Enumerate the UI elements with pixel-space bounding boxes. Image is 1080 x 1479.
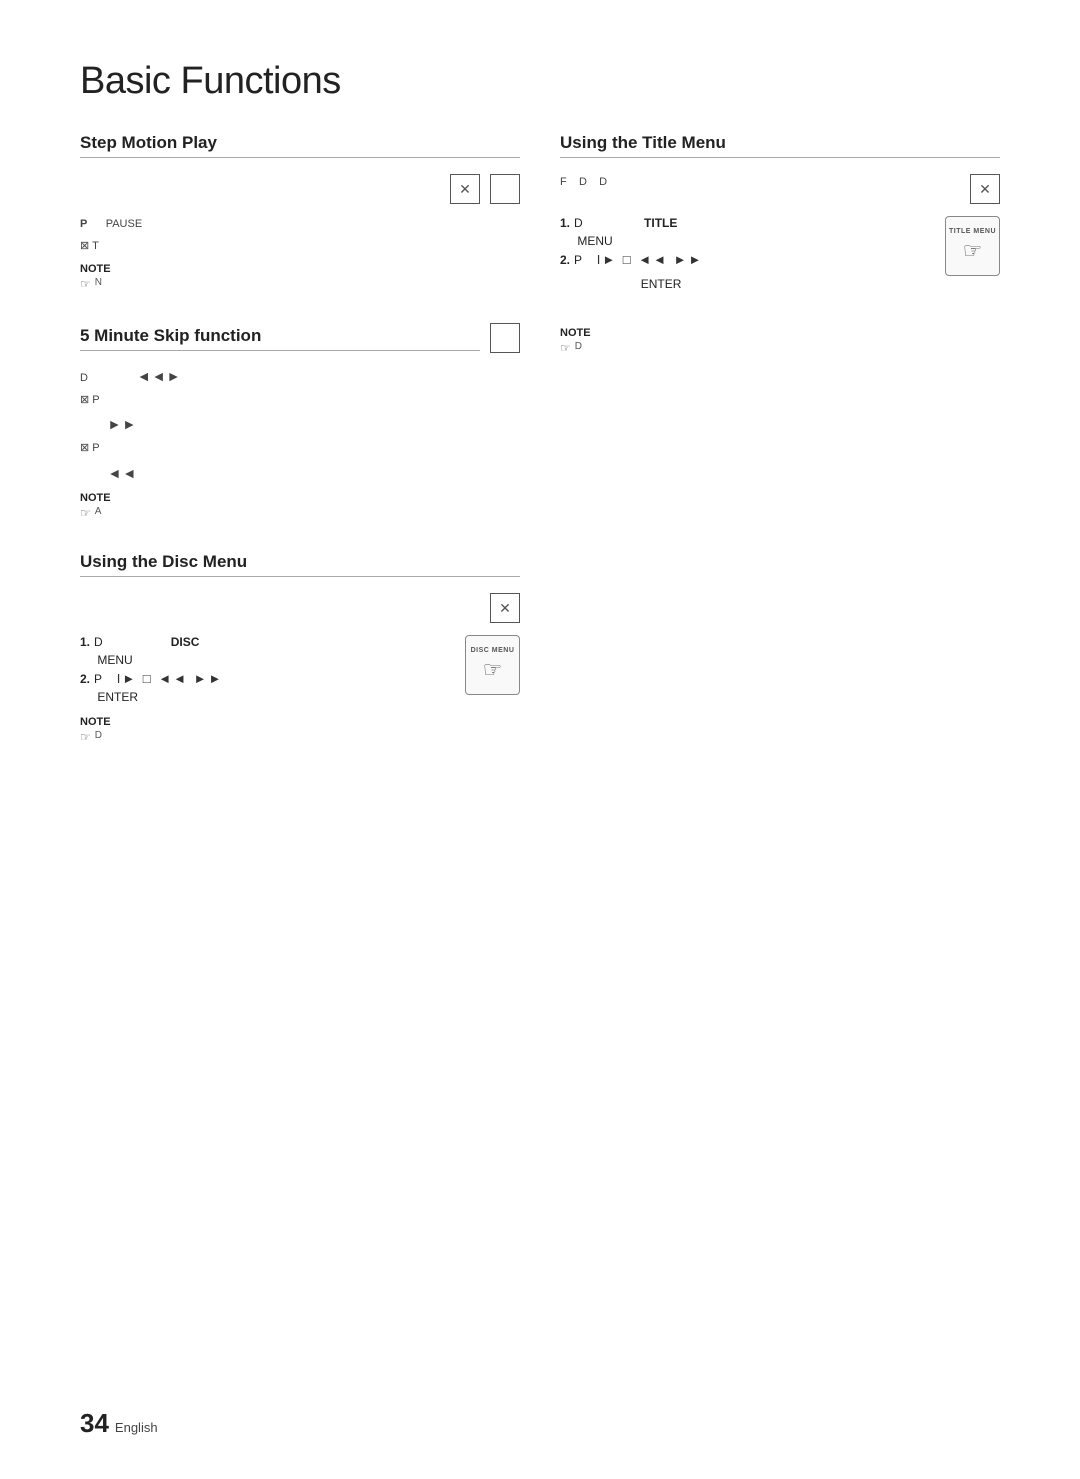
p-label: P <box>80 218 87 230</box>
back-symbol: ◄◄ <box>108 465 138 481</box>
disc-menu-label: MENU <box>97 653 132 667</box>
title-menu-section: Using the Title Menu F D D <box>560 133 1000 355</box>
disc-step1-d: D <box>94 635 103 649</box>
disc-step2-num: 2. <box>80 672 90 686</box>
skip-symbol: ◄◄► <box>137 368 182 384</box>
title-step1: 1. D TITLE <box>560 216 915 230</box>
skip-note-icon: ☞ <box>80 506 91 520</box>
disc-media-symbols: I► □ ◄◄ ►► <box>117 671 224 686</box>
title-menu-btn-label: TITLE MENU <box>949 228 996 235</box>
title-media-symbols: I► □ ◄◄ ►► <box>597 252 704 267</box>
x-icon <box>450 174 480 204</box>
step-pause-text: P PAUSE <box>80 216 520 234</box>
skip-note-content: A <box>95 506 102 517</box>
title-note-icon: ☞ <box>560 341 571 355</box>
skip-square-icon <box>490 323 520 353</box>
title-label: TITLE <box>644 216 677 230</box>
left-column: Step Motion Play P PAUSE ⊠ T NOTE ☞ <box>80 133 520 776</box>
disc-note-content: D <box>95 730 102 741</box>
page-number: 34 <box>80 1408 109 1439</box>
disc-menu-title: Using the Disc Menu <box>80 552 520 577</box>
disc-menu-desc <box>80 593 480 611</box>
step-note-content: N <box>95 277 102 288</box>
step-note-text: ☞ N <box>80 277 520 291</box>
right-column: Using the Title Menu F D D <box>560 133 1000 776</box>
skip-p1-label: P <box>92 394 99 406</box>
skip-section-header-row: 5 Minute Skip function <box>80 323 520 353</box>
page-footer: 34 English <box>80 1408 158 1439</box>
disc-menu-btn-label: DISC MENU <box>471 647 515 654</box>
language-label: English <box>115 1420 158 1435</box>
skip-p2-label: P <box>92 442 99 454</box>
title-menu-fdd: F D D <box>560 174 960 192</box>
title-step1-num: 1. <box>560 216 570 230</box>
title-step1-menu: MENU <box>560 234 915 248</box>
disc-note-icon: ☞ <box>80 730 91 744</box>
title-x-icon <box>970 174 1000 204</box>
d1-label: D <box>579 176 587 188</box>
title-note-content: D <box>575 341 582 352</box>
skip-title: 5 Minute Skip function <box>80 326 480 351</box>
skip-d-label: D <box>80 372 88 384</box>
title-menu-title: Using the Title Menu <box>560 133 1000 158</box>
x-t-label: ⊠ T <box>80 240 99 252</box>
title-note-label: NOTE <box>560 327 1000 339</box>
title-menu-button[interactable]: TITLE MENU ☞ <box>945 216 1000 276</box>
skip-note-text: ☞ A <box>80 506 520 520</box>
disc-menu-section: Using the Disc Menu 1. D <box>80 552 520 744</box>
disc-step1-menu: MENU <box>80 653 435 667</box>
title-menu-sub-label: MENU <box>577 234 612 248</box>
title-enter: ENTER <box>560 277 915 291</box>
disc-step2: 2. P I► □ ◄◄ ►► <box>80 671 435 686</box>
skip-back-text: ◄◄ <box>80 462 520 485</box>
page-title: Basic Functions <box>80 60 1000 103</box>
step-note-label: NOTE <box>80 263 520 275</box>
page-content: Basic Functions Step Motion Play P PAUSE <box>0 0 1080 856</box>
hand-icon: ☞ <box>483 657 503 683</box>
skip-forward-text: ►► <box>80 413 520 436</box>
disc-note-label: NOTE <box>80 716 520 728</box>
pause-label: PAUSE <box>106 218 142 230</box>
title-enter-label: ENTER <box>641 277 682 291</box>
skip-x-p1: ⊠ <box>80 394 92 406</box>
step-motion-play-section: Step Motion Play P PAUSE ⊠ T NOTE ☞ <box>80 133 520 291</box>
two-column-layout: Step Motion Play P PAUSE ⊠ T NOTE ☞ <box>80 133 1000 776</box>
square-icon <box>490 174 520 204</box>
title-hand-icon: ☞ <box>963 238 983 264</box>
disc-step1: 1. D DISC <box>80 635 435 649</box>
disc-note-text: ☞ D <box>80 730 520 744</box>
forward-symbol: ►► <box>108 416 138 432</box>
skip-note-label: NOTE <box>80 492 520 504</box>
step-motion-play-title: Step Motion Play <box>80 133 520 158</box>
title-p-label: P <box>574 253 582 267</box>
disc-enter-label: ENTER <box>97 690 138 704</box>
disc-menu-button[interactable]: DISC MENU ☞ <box>465 635 520 695</box>
note-icon: ☞ <box>80 277 91 291</box>
title-step2-num: 2. <box>560 253 570 267</box>
skip-section: 5 Minute Skip function D ◄◄► ⊠ P <box>80 323 520 520</box>
step-motion-icons <box>80 174 520 204</box>
disc-step1-num: 1. <box>80 635 90 649</box>
skip-x-p2: ⊠ <box>80 442 92 454</box>
disc-step2-p: P <box>94 672 102 686</box>
title-note-text: ☞ D <box>560 341 1000 355</box>
skip-d-text: D ◄◄► <box>80 365 520 388</box>
title-step2: 2. P I► □ ◄◄ ►► <box>560 252 915 267</box>
title-d-label: D <box>574 216 583 230</box>
d2-label: D <box>599 176 607 188</box>
skip-p2-text: ⊠ P <box>80 440 520 458</box>
disc-enter: ENTER <box>80 690 435 704</box>
disc-x-icon <box>490 593 520 623</box>
skip-p1-text: ⊠ P <box>80 392 520 410</box>
step-t-text: ⊠ T <box>80 238 520 256</box>
f-label: F <box>560 176 567 188</box>
disc-label: DISC <box>171 635 200 649</box>
